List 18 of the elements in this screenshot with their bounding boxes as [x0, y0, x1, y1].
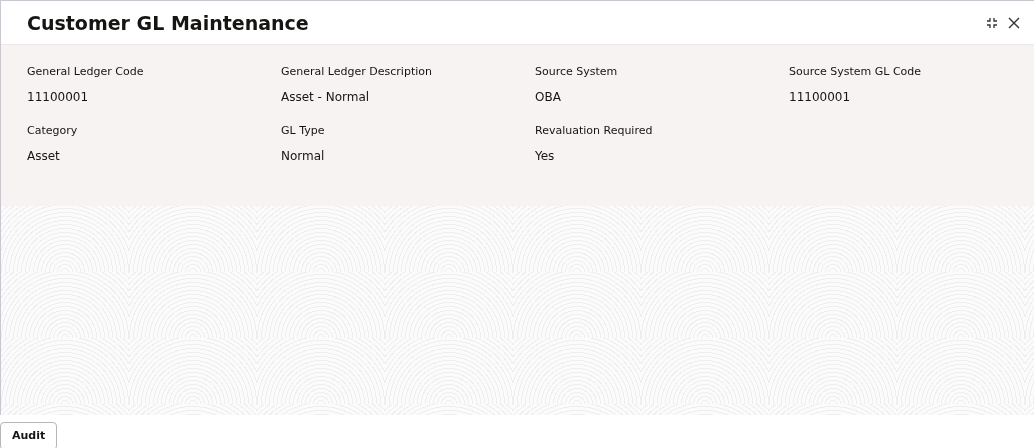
- field-value: 11100001: [789, 90, 852, 104]
- field-label: Revaluation Required: [535, 124, 654, 137]
- field-label: Source System: [535, 65, 619, 78]
- field-value: 11100001: [27, 90, 90, 104]
- field-label: Category: [27, 124, 79, 137]
- field-label: Source System GL Code: [789, 65, 923, 78]
- field-value: Yes: [535, 149, 556, 163]
- minimize-icon[interactable]: [986, 16, 998, 29]
- field-label: General Ledger Description: [281, 65, 433, 78]
- field-value: Normal: [281, 149, 326, 163]
- field-value: Asset: [27, 149, 61, 163]
- field-value: OBA: [535, 90, 562, 104]
- close-icon[interactable]: [1008, 16, 1020, 29]
- audit-button[interactable]: Audit: [0, 422, 58, 448]
- field-label: GL Type: [281, 124, 326, 137]
- window-title: Customer GL Maintenance: [27, 11, 310, 34]
- field-label: General Ledger Code: [27, 65, 145, 78]
- field-value: Asset - Normal: [281, 90, 371, 104]
